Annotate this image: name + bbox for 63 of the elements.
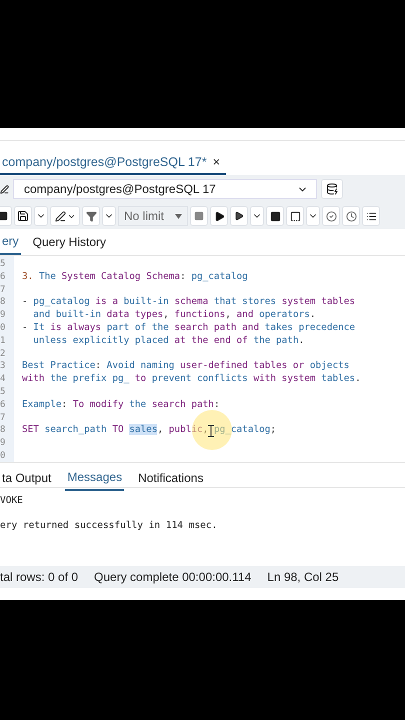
play-icon xyxy=(234,211,244,221)
line-number: 3 xyxy=(0,360,6,374)
code-line: SET search_path TO sales, public, pg_catalog; xyxy=(22,424,278,438)
database-button[interactable] xyxy=(321,179,343,199)
run-script-button[interactable] xyxy=(230,206,248,226)
explain-button[interactable] xyxy=(266,206,284,226)
play-icon xyxy=(214,210,224,222)
save-button[interactable] xyxy=(14,206,32,226)
line-number: 6 xyxy=(0,398,6,412)
code-line: unless explicitly placed at the end of the path. xyxy=(32,334,306,348)
commit-button[interactable] xyxy=(322,206,340,226)
line-number: 5 xyxy=(0,258,6,271)
macros-button[interactable] xyxy=(362,206,380,226)
line-number: 8 xyxy=(0,424,6,438)
pen-icon xyxy=(54,210,66,222)
line-number: 6 xyxy=(0,270,6,284)
caret-icon xyxy=(175,214,182,218)
square-icon xyxy=(270,210,280,222)
rollback-button[interactable] xyxy=(342,206,360,226)
line-number: 5 xyxy=(0,386,6,399)
line-number: 8 xyxy=(0,296,6,310)
line-number: 9 xyxy=(0,437,6,450)
query-status: Query complete 00:00:00.114 xyxy=(94,570,252,584)
filter-icon xyxy=(86,210,96,222)
square-icon xyxy=(290,210,300,222)
code-line: 3. The System Catalog Schema: pg_catalog xyxy=(22,270,249,284)
code-line: with the prefix pg_ to prevent conflicts with system tables. xyxy=(22,373,361,386)
cursor-position: Ln 98, Col 25 xyxy=(267,570,339,584)
database-icon xyxy=(326,183,338,195)
save-icon xyxy=(17,210,29,222)
filter-button[interactable] xyxy=(82,206,100,226)
line-number: 7 xyxy=(0,284,6,296)
stop-icon xyxy=(194,211,204,221)
clock-icon xyxy=(346,210,356,222)
line-number: 1 xyxy=(0,334,6,348)
chart-button[interactable] xyxy=(286,206,304,226)
tab[interactable]: ta Output xyxy=(0,465,54,491)
tab[interactable]: Query History xyxy=(30,229,108,255)
tab-title: company/postgres@PostgreSQL 17* xyxy=(2,155,207,169)
pen-icon xyxy=(0,184,9,194)
code-line: - pg_catalog is a built-in schema that stores system tables xyxy=(22,296,356,310)
code-line: - It is always part of the search path and takes precedence xyxy=(22,322,356,335)
code-line: and built-in data types, functions, and operators. xyxy=(32,309,317,322)
line-number: 0 xyxy=(0,450,6,463)
edit-button[interactable] xyxy=(50,206,80,226)
line-number: 0 xyxy=(0,322,6,335)
line-number: 7 xyxy=(0,412,6,424)
close-button[interactable]: × xyxy=(212,155,220,169)
message-text: VOKE xyxy=(0,495,24,506)
line-number: 9 xyxy=(0,309,6,322)
tab[interactable]: Messages xyxy=(65,465,124,491)
run-button[interactable] xyxy=(210,206,228,226)
check-icon xyxy=(326,210,336,222)
limit-select[interactable]: No limit xyxy=(118,206,188,226)
connection-select[interactable]: company/postgres@PostgreSQL 17 xyxy=(13,179,317,199)
line-number: 2 xyxy=(0,348,6,360)
line-number: 4 xyxy=(0,373,6,386)
code-line: Best Practice: Avoid naming user-defined tables or objects xyxy=(22,360,350,374)
tab[interactable]: Notifications xyxy=(136,465,206,491)
rows-count: tal rows: 0 of 0 xyxy=(0,570,78,584)
text-cursor-icon xyxy=(208,425,214,437)
code-line: Example: To modify the search path: xyxy=(22,398,221,412)
message-text: ery returned successfully in 114 msec. xyxy=(0,520,218,531)
